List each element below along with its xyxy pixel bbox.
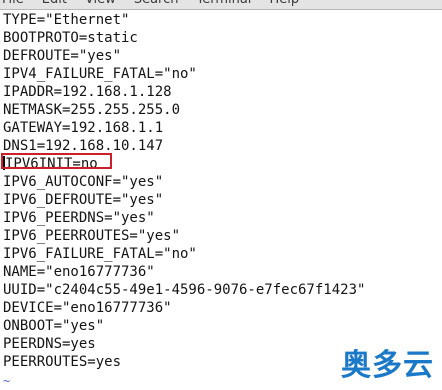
menu-item-help[interactable]: Help [269, 0, 299, 8]
config-line-netmask: NETMASK=255.255.255.0 [3, 102, 181, 118]
menu-item-edit[interactable]: Edit [42, 0, 67, 8]
config-line-ipaddr: IPADDR=192.168.1.128 [3, 84, 172, 100]
config-line-device: DEVICE="eno16777736" [3, 300, 172, 316]
highlight-annotation-box [1, 153, 112, 169]
config-line-ipv6-peerroutes: IPV6_PEERROUTES="yes" [3, 228, 181, 244]
config-line-peerdns: PEERDNS=yes [3, 336, 96, 352]
config-line-ipv6-failure-fatal: IPV6_FAILURE_FATAL="no" [3, 246, 197, 262]
config-line-type: TYPE="Ethernet" [3, 12, 130, 28]
config-line-bootproto: BOOTPROTO=static [3, 30, 138, 46]
config-line-ipv6-autoconf: IPV6_AUTOCONF="yes" [3, 174, 164, 190]
config-line-gateway: GATEWAY=192.168.1.1 [3, 120, 164, 136]
config-line-name: NAME="eno16777736" [3, 264, 155, 280]
terminal-window: File Edit View Search Terminal Help TYPE… [0, 0, 442, 390]
editor-area[interactable]: TYPE="Ethernet" BOOTPROTO=static DEFROUT… [0, 10, 442, 390]
config-line-peerroutes: PEERROUTES=yes [3, 354, 122, 370]
config-line-ipv4-failure-fatal: IPV4_FAILURE_FATAL="no" [3, 66, 197, 82]
menu-item-view[interactable]: View [85, 0, 116, 8]
menu-item-file[interactable]: File [2, 0, 24, 8]
config-line-uuid: UUID="c2404c55-49e1-4596-9076-e7fec67f14… [3, 282, 366, 298]
config-line-onboot: ONBOOT="yes" [3, 318, 105, 334]
watermark-logo: 奥多云 [341, 348, 434, 383]
menu-items: File Edit View Search Terminal Help [2, 0, 299, 8]
menu-item-terminal[interactable]: Terminal [196, 0, 251, 8]
menu-item-search[interactable]: Search [134, 0, 179, 8]
config-line-ipv6-peerdns: IPV6_PEERDNS="yes" [3, 210, 155, 226]
menu-bar: File Edit View Search Terminal Help [0, 0, 442, 9]
empty-line-marker: ~ [3, 374, 11, 388]
config-line-defroute: DEFROUTE="yes" [3, 48, 122, 64]
config-line-ipv6-defroute: IPV6_DEFROUTE="yes" [3, 192, 164, 208]
